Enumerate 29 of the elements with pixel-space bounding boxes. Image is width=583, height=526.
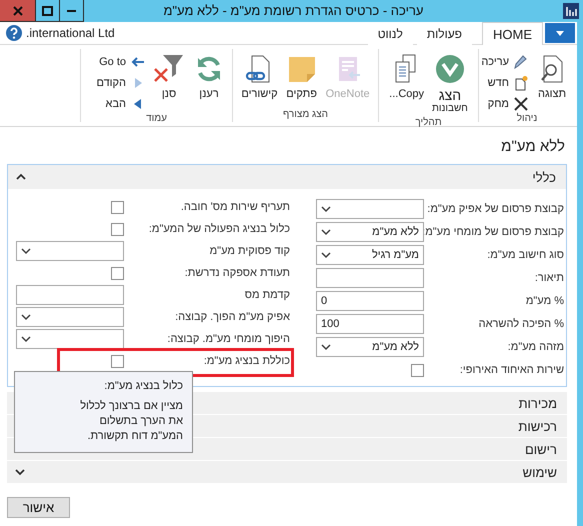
field-label: % הפיכה להשראה: [478, 318, 564, 330]
field-label: תעודת אספקה נדרשת:: [184, 267, 290, 279]
field-label: תיאור:: [534, 272, 564, 284]
field-label: % מע"מ: [526, 295, 564, 307]
field-label: היפוך מומחי מע"מ. קבוצה:: [167, 333, 290, 345]
field-label: קבוצת פרסום של אפיק מע"מ:: [427, 203, 564, 215]
page-title: ללא מע"מ: [501, 137, 566, 153]
field-label: אפיק מע"מ הפוך. קבוצה:: [175, 311, 290, 323]
group-label: ניהול: [516, 112, 538, 126]
field-label: קדמת מס: [244, 289, 290, 301]
section-title: שימוש: [522, 464, 557, 480]
field-label: כלול בנציג הפעולה של המע"מ:: [148, 223, 290, 235]
field-label: שירות האיחוד האירופי:: [460, 364, 564, 376]
field-label: סוג חישוב מע"מ:: [487, 249, 564, 261]
group-label: עמוד: [145, 112, 168, 126]
section-title: רכישות: [518, 418, 557, 434]
section-title: מכירות: [518, 396, 557, 410]
field-label: קוד פסוקית מע"מ: [210, 245, 290, 257]
section-title: רישום: [524, 442, 557, 456]
window-title: עריכה - כרטיס הגדרת רשומת מע"מ - ללא מע"מ: [162, 2, 424, 20]
company-name: .international Ltd: [26, 26, 115, 40]
tooltip-title: כלול בנציג מע"מ:: [104, 380, 183, 392]
group-label: תהליך: [414, 116, 443, 130]
field-label: תעריף שירות מס' חובה.: [180, 201, 290, 213]
field-label: קבוצת פרסום של מומחי מע"מ:: [422, 226, 564, 238]
group-label: הצג מצורף: [282, 108, 329, 122]
field-label: כוללת בנציג מע"מ:: [204, 355, 290, 367]
field-label: מזהה מע"מ:: [508, 341, 564, 353]
section-title: כללי: [532, 170, 556, 184]
